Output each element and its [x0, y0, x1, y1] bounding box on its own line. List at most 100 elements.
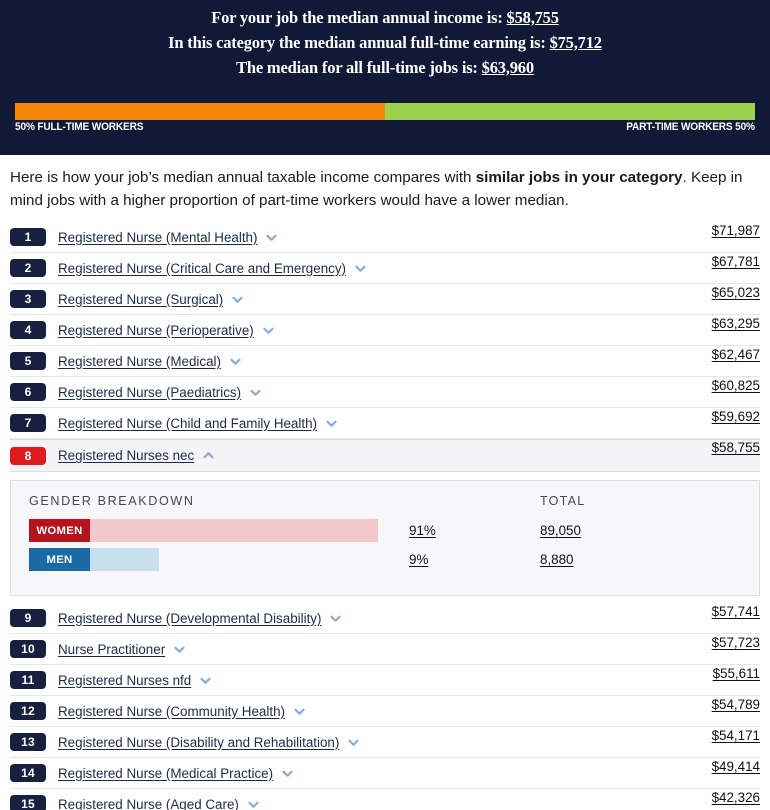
gender-row: WOMEN 91% 89,050 [11, 519, 759, 542]
job-median-income: $62,467 [711, 346, 760, 362]
gender-bar-label: MEN [29, 548, 90, 571]
job-median-income: $63,295 [711, 315, 760, 331]
header-line-3: The median for all full-time jobs is: $6… [0, 55, 770, 80]
rank-badge: 1 [10, 228, 46, 246]
job-title-link[interactable]: Registered Nurse (Child and Family Healt… [58, 416, 317, 431]
chevron-down-icon[interactable] [247, 798, 260, 810]
gender-bar-track [90, 519, 378, 542]
job-row[interactable]: 1 Registered Nurse (Mental Health) $71,987 [10, 222, 760, 253]
job-title-link[interactable]: Registered Nurse (Medical Practice) [58, 766, 273, 781]
gender-percent: 9% [409, 552, 429, 567]
job-median-income: $54,171 [711, 727, 760, 743]
intro-text-emphasis: similar jobs in your category [475, 169, 683, 186]
part-time-workers-label: PART-TIME WORKERS 50% [626, 121, 755, 133]
job-row[interactable]: 3 Registered Nurse (Surgical) $65,023 [10, 284, 760, 315]
header-line-text: For your job the median annual income is… [211, 8, 507, 27]
job-row[interactable]: 4 Registered Nurse (Perioperative) $63,295 [10, 315, 760, 346]
rank-badge: 8 [10, 446, 46, 465]
job-median-income: $67,781 [711, 253, 760, 269]
job-row[interactable]: 8 Registered Nurses nec $58,755 [10, 439, 760, 472]
header-line-text: In this category the median annual full-… [168, 33, 550, 52]
job-row[interactable]: 7 Registered Nurse (Child and Family Heal… [10, 408, 760, 439]
part-time-bar-segment [385, 103, 755, 120]
job-title-link[interactable]: Registered Nurses nec [58, 448, 194, 463]
job-median-income: $57,723 [711, 634, 760, 650]
header-line-2: In this category the median annual full-… [0, 30, 770, 55]
job-median-income: $54,789 [711, 696, 760, 712]
job-title-link[interactable]: Registered Nurse (Surgical) [58, 292, 223, 307]
chevron-down-icon[interactable] [329, 612, 342, 625]
gender-total: 89,050 [540, 523, 581, 538]
job-title-link[interactable]: Nurse Practitioner [58, 642, 165, 657]
job-title-link[interactable]: Registered Nurse (Medical) [58, 354, 221, 369]
gender-row: MEN 9% 8,880 [11, 548, 759, 571]
chevron-down-icon[interactable] [199, 674, 212, 687]
job-comparison-list: 1 Registered Nurse (Mental Health) $71,987… [10, 222, 760, 810]
chevron-down-icon[interactable] [231, 293, 244, 306]
rank-badge: 5 [10, 352, 46, 370]
job-row[interactable]: 5 Registered Nurse (Medical) $62,467 [10, 346, 760, 377]
gender-percent: 91% [409, 523, 436, 538]
worker-type-bar [15, 103, 755, 120]
job-row[interactable]: 14 Registered Nurse (Medical Practice) $49… [10, 758, 760, 789]
rank-badge: 13 [10, 733, 46, 751]
gender-breakdown-title: GENDER BREAKDOWN [29, 494, 195, 508]
header-line-amount: $75,712 [549, 33, 602, 52]
job-median-income: $58,755 [711, 440, 760, 455]
chevron-down-icon[interactable] [325, 417, 338, 430]
job-row[interactable]: 11 Registered Nurses nfd $55,611 [10, 665, 760, 696]
gender-bar: MEN [29, 548, 159, 571]
gender-breakdown-panel: GENDER BREAKDOWN TOTAL WOMEN 91% 89,050 MEN 9%… [10, 480, 760, 596]
job-title-link[interactable]: Registered Nurse (Developmental Disabili… [58, 611, 321, 626]
job-row[interactable]: 15 Registered Nurse (Aged Care) $42,326 [10, 789, 760, 810]
job-row[interactable]: 12 Registered Nurse (Community Health) $54… [10, 696, 760, 727]
chevron-down-icon[interactable] [173, 643, 186, 656]
chevron-down-icon[interactable] [229, 355, 242, 368]
chevron-down-icon[interactable] [249, 386, 262, 399]
job-median-income: $49,414 [711, 758, 760, 774]
job-row[interactable]: 13 Registered Nurse (Disability and Rehab… [10, 727, 760, 758]
rank-badge: 6 [10, 383, 46, 401]
job-title-link[interactable]: Registered Nurse (Perioperative) [58, 323, 254, 338]
job-row[interactable]: 9 Registered Nurse (Developmental Disabil… [10, 603, 760, 634]
rank-badge: 2 [10, 259, 46, 277]
job-title-link[interactable]: Registered Nurse (Critical Care and Emer… [58, 261, 346, 276]
rank-badge: 10 [10, 640, 46, 658]
chevron-down-icon[interactable] [293, 705, 306, 718]
total-column-header: TOTAL [540, 494, 586, 508]
header-line-text: The median for all full-time jobs is: [236, 58, 482, 77]
full-time-bar-segment [15, 103, 385, 120]
chevron-down-icon[interactable] [281, 767, 294, 780]
gender-bar-track [90, 548, 159, 571]
job-title-link[interactable]: Registered Nurse (Disability and Rehabil… [58, 735, 339, 750]
job-title-link[interactable]: Registered Nurse (Community Health) [58, 704, 285, 719]
job-row[interactable]: 10 Nurse Practitioner $57,723 [10, 634, 760, 665]
job-row[interactable]: 6 Registered Nurse (Paediatrics) $60,825 [10, 377, 760, 408]
intro-text-start: Here is how your job’s median annual tax… [10, 169, 476, 186]
rank-badge: 15 [10, 795, 46, 810]
chevron-down-icon[interactable] [354, 262, 367, 275]
summary-header: For your job the median annual income is… [0, 0, 770, 155]
job-title-link[interactable]: Registered Nurses nfd [58, 673, 191, 688]
chevron-down-icon[interactable] [262, 324, 275, 337]
job-row[interactable]: 2 Registered Nurse (Critical Care and Eme… [10, 253, 760, 284]
chevron-up-icon[interactable] [202, 449, 215, 462]
rank-badge: 12 [10, 702, 46, 720]
job-median-income: $59,692 [711, 408, 760, 424]
job-median-income: $60,825 [711, 377, 760, 393]
chevron-down-icon[interactable] [347, 736, 360, 749]
job-title-link[interactable]: Registered Nurse (Aged Care) [58, 797, 239, 810]
job-title-link[interactable]: Registered Nurse (Paediatrics) [58, 385, 241, 400]
job-title-link[interactable]: Registered Nurse (Mental Health) [58, 230, 257, 245]
job-median-income: $65,023 [711, 284, 760, 300]
gender-rows: WOMEN 91% 89,050 MEN 9% 8,880 [11, 519, 759, 571]
job-median-income: $55,611 [712, 665, 760, 681]
rank-badge: 7 [10, 414, 46, 432]
chevron-down-icon[interactable] [265, 231, 278, 244]
job-median-income: $57,741 [711, 603, 760, 619]
rank-badge: 3 [10, 290, 46, 308]
worker-type-bar-labels: 50% FULL-TIME WORKERS PART-TIME WORKERS … [15, 121, 755, 133]
job-median-income: $71,987 [711, 222, 760, 238]
gender-bar: WOMEN [29, 519, 378, 542]
full-time-workers-label: 50% FULL-TIME WORKERS [15, 121, 144, 133]
